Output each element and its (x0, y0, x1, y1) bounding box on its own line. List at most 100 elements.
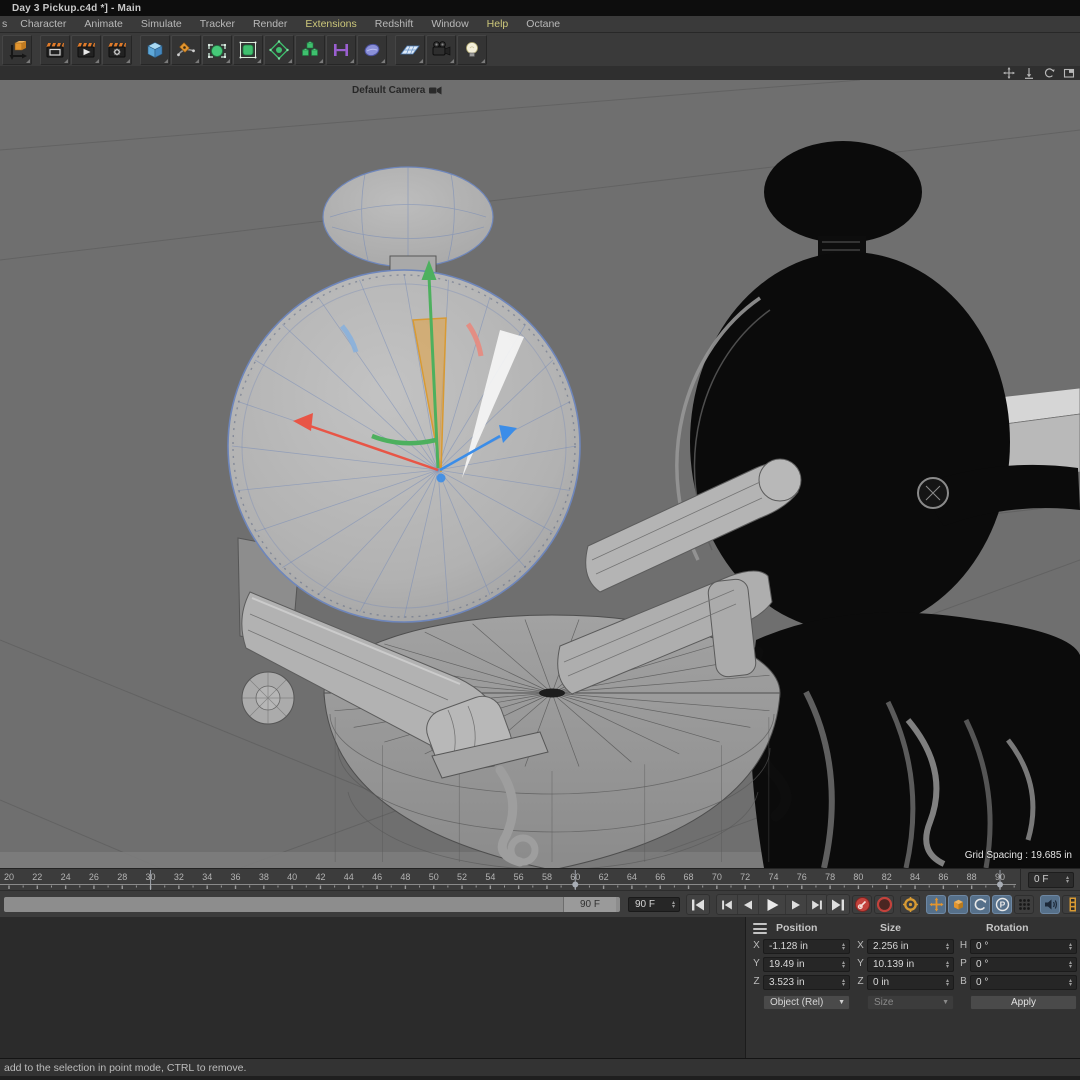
stepper[interactable]: ▴▾ (839, 940, 848, 953)
stepper[interactable]: ▴▾ (839, 976, 848, 989)
rot-p-field[interactable]: 0 °▴▾ (970, 957, 1077, 972)
menu-item-tracker[interactable]: Tracker (191, 18, 244, 30)
viewport[interactable]: Default Camera Grid Spacing : 19.685 in (0, 80, 1080, 868)
dolly-icon[interactable] (1022, 67, 1036, 79)
menu-item-clipped[interactable]: s (2, 18, 11, 30)
playback-frame-field[interactable]: 90 F ▴▾ (628, 897, 680, 912)
render-settings-button[interactable] (102, 35, 132, 65)
svg-text:64: 64 (627, 872, 637, 882)
subdivision-surface-button[interactable] (202, 35, 232, 65)
menu-item-simulate[interactable]: Simulate (132, 18, 191, 30)
next-frame-button[interactable] (786, 895, 807, 914)
key-pla-toggle[interactable] (1014, 895, 1034, 914)
window-bottom-edge (0, 1076, 1080, 1080)
menu-item-help[interactable]: Help (478, 18, 518, 30)
size-z-field[interactable]: 0 in▴▾ (867, 975, 954, 990)
toolbar-separator (388, 35, 395, 65)
keyframe-selection-button[interactable] (900, 895, 920, 914)
pos-x-field[interactable]: -1.128 in▴▾ (763, 939, 850, 954)
pen-tool-button[interactable] (171, 35, 201, 65)
simulation-button[interactable] (357, 35, 387, 65)
pos-y-label: Y (752, 958, 761, 969)
playback-frame-stepper[interactable]: ▴▾ (669, 898, 678, 911)
svg-text:80: 80 (853, 872, 863, 882)
rot-b-label: B (959, 976, 968, 987)
pan-icon[interactable] (1002, 67, 1016, 79)
ruler-ticks: 2022242628303234363840424446485052545658… (0, 869, 1020, 891)
svg-text:44: 44 (344, 872, 354, 882)
size-y-field[interactable]: 10.139 in▴▾ (867, 957, 954, 972)
stepper[interactable]: ▴▾ (839, 958, 848, 971)
size-mode-dropdown[interactable]: Size▼ (867, 995, 954, 1010)
move-tool-button[interactable] (2, 35, 32, 65)
timeline-ruler[interactable]: 2022242628303234363840424446485052545658… (0, 868, 1080, 891)
camera-button[interactable] (426, 35, 456, 65)
spline-tool-button[interactable] (326, 35, 356, 65)
rot-h-field[interactable]: 0 °▴▾ (970, 939, 1077, 954)
menu-item-render[interactable]: Render (244, 18, 296, 30)
cloner-icon (299, 39, 321, 61)
timeline-range-slider[interactable]: 90 F (4, 897, 620, 912)
keyframe-mode-button[interactable] (1062, 895, 1080, 914)
coordinate-mode-dropdown[interactable]: Object (Rel)▼ (763, 995, 850, 1010)
stepper[interactable]: ▴▾ (1066, 940, 1075, 953)
stepper[interactable]: ▴▾ (943, 976, 952, 989)
autokey-button[interactable] (874, 895, 894, 914)
menu-item-animate[interactable]: Animate (75, 18, 132, 30)
size-x-field[interactable]: 2.256 in▴▾ (867, 939, 954, 954)
menu-item-octane[interactable]: Octane (517, 18, 569, 30)
next-key-button[interactable] (807, 895, 827, 914)
svg-text:70: 70 (712, 872, 722, 882)
record-keyframe-button[interactable] (852, 895, 872, 914)
field-button[interactable] (264, 35, 294, 65)
svg-text:38: 38 (259, 872, 269, 882)
pos-z-field[interactable]: 3.523 in▴▾ (763, 975, 850, 990)
rot-b-field[interactable]: 0 °▴▾ (970, 975, 1077, 990)
left-chair[interactable] (228, 167, 801, 868)
panel-menu-icon[interactable] (753, 923, 767, 934)
key-scale-toggle[interactable] (948, 895, 968, 914)
light-button[interactable] (457, 35, 487, 65)
render-settings-icon (106, 39, 128, 61)
key-rotation-toggle[interactable] (970, 895, 990, 914)
go-to-start-button[interactable] (686, 894, 710, 915)
previous-frame-button[interactable] (738, 895, 759, 914)
menu-item-extensions[interactable]: Extensions (296, 18, 365, 30)
deformer-button[interactable] (233, 35, 263, 65)
transport-group (716, 894, 828, 915)
stepper[interactable]: ▴▾ (943, 940, 952, 953)
render-picture-viewer-button[interactable] (71, 35, 101, 65)
title-bar: Day 3 Pickup.c4d *] - Main (0, 0, 1080, 16)
stepper[interactable]: ▴▾ (943, 958, 952, 971)
toggle-layout-icon[interactable] (1062, 67, 1076, 79)
sound-toggle[interactable] (1040, 895, 1060, 914)
viewport-header (0, 66, 1080, 81)
add-cube-button[interactable] (140, 35, 170, 65)
pos-y-field[interactable]: 19.49 in▴▾ (763, 957, 850, 972)
svg-text:76: 76 (797, 872, 807, 882)
cloner-button[interactable] (295, 35, 325, 65)
menu-item-character[interactable]: Character (11, 18, 75, 30)
stepper[interactable]: ▴▾ (1066, 976, 1075, 989)
play-button[interactable] (759, 895, 786, 914)
current-frame-field[interactable]: 0 F ▴▾ (1028, 872, 1074, 888)
render-view-button[interactable] (40, 35, 70, 65)
previous-key-button[interactable] (717, 895, 738, 914)
gizmo-origin[interactable] (437, 474, 446, 483)
go-to-end-button[interactable] (826, 894, 850, 915)
camera-label[interactable]: Default Camera (352, 85, 442, 96)
position-header: Position (776, 922, 817, 934)
key-position-toggle[interactable] (926, 895, 946, 914)
svg-text:36: 36 (231, 872, 241, 882)
orbit-icon[interactable] (1042, 67, 1056, 79)
stepper[interactable]: ▴▾ (1066, 958, 1075, 971)
apply-button[interactable]: Apply (970, 995, 1077, 1010)
menu-item-window[interactable]: Window (422, 18, 477, 30)
viewport-nav (1002, 67, 1076, 79)
range-end-handle[interactable]: 90 F (563, 897, 616, 912)
key-parameter-toggle[interactable]: P (992, 895, 1012, 914)
floor-button[interactable] (395, 35, 425, 65)
svg-text:58: 58 (542, 872, 552, 882)
menu-item-redshift[interactable]: Redshift (366, 18, 423, 30)
frame-stepper[interactable]: ▴▾ (1063, 873, 1072, 887)
